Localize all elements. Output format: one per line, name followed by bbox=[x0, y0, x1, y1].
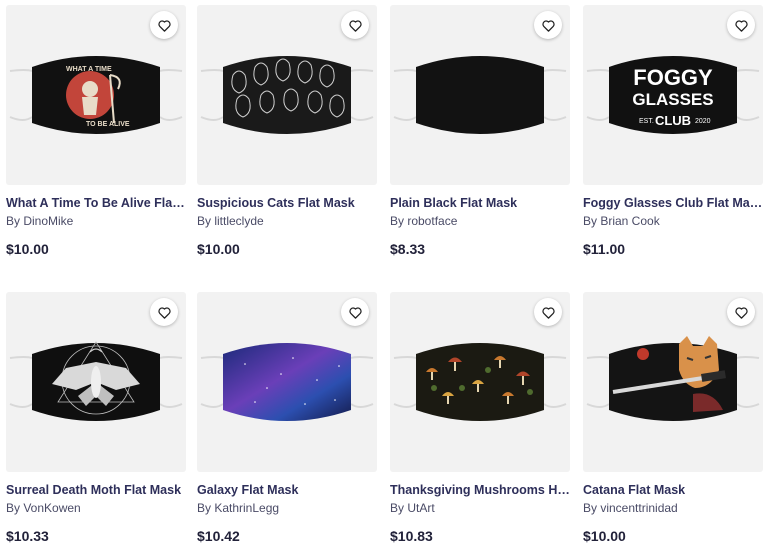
heart-outline-icon bbox=[734, 19, 748, 32]
favorite-button[interactable] bbox=[727, 11, 755, 39]
product-image[interactable] bbox=[197, 5, 377, 185]
product-image[interactable] bbox=[390, 292, 570, 472]
design-text-club: CLUB bbox=[655, 113, 691, 128]
product-title[interactable]: Foggy Glasses Club Flat Mask bbox=[583, 196, 763, 211]
product-artist[interactable]: By Brian Cook bbox=[583, 214, 763, 229]
design-text-top: WHAT A TIME bbox=[66, 66, 112, 73]
product-title[interactable]: Galaxy Flat Mask bbox=[197, 483, 377, 498]
product-price: $11.00 bbox=[583, 241, 626, 257]
product-card[interactable]: Galaxy Flat Mask By KathrinLegg $10.42 bbox=[197, 292, 377, 544]
design-text-year: 2020 bbox=[695, 118, 711, 125]
product-card[interactable]: WHAT A TIME TO BE ALIVE What A Time To B… bbox=[6, 5, 186, 258]
heart-outline-icon bbox=[157, 19, 171, 32]
favorite-button[interactable] bbox=[534, 298, 562, 326]
heart-outline-icon bbox=[541, 306, 555, 319]
product-card[interactable]: Thanksgiving Mushrooms Har... By UtArt $… bbox=[390, 292, 570, 544]
product-image[interactable] bbox=[197, 292, 377, 472]
favorite-button[interactable] bbox=[341, 11, 369, 39]
product-card[interactable]: Surreal Death Moth Flat Mask By VonKowen… bbox=[6, 292, 186, 544]
product-artist[interactable]: By VonKowen bbox=[6, 501, 186, 516]
product-artist[interactable]: By DinoMike bbox=[6, 214, 186, 229]
product-price: $10.83 bbox=[390, 528, 433, 544]
product-price: $10.33 bbox=[6, 528, 49, 544]
product-artist[interactable]: By KathrinLegg bbox=[197, 501, 377, 516]
product-card[interactable]: Suspicious Cats Flat Mask By littleclyde… bbox=[197, 5, 377, 258]
favorite-button[interactable] bbox=[341, 298, 369, 326]
product-image[interactable] bbox=[583, 292, 763, 472]
product-price: $10.00 bbox=[6, 241, 49, 257]
product-title[interactable]: Plain Black Flat Mask bbox=[390, 196, 570, 211]
heart-outline-icon bbox=[157, 306, 171, 319]
product-image[interactable] bbox=[390, 5, 570, 185]
heart-outline-icon bbox=[348, 19, 362, 32]
favorite-button[interactable] bbox=[534, 11, 562, 39]
product-artist[interactable]: By littleclyde bbox=[197, 214, 377, 229]
product-price: $8.33 bbox=[390, 241, 426, 257]
product-price: $10.42 bbox=[197, 528, 240, 544]
product-card[interactable]: FOGGY GLASSES EST. CLUB 2020 Foggy Glass… bbox=[583, 5, 763, 258]
design-text-est: EST. bbox=[639, 118, 654, 125]
product-artist[interactable]: By robotface bbox=[390, 214, 570, 229]
product-title[interactable]: Catana Flat Mask bbox=[583, 483, 763, 498]
product-price: $10.00 bbox=[583, 528, 626, 544]
design-text-glasses: GLASSES bbox=[632, 90, 713, 109]
product-title[interactable]: Suspicious Cats Flat Mask bbox=[197, 196, 377, 211]
favorite-button[interactable] bbox=[727, 298, 755, 326]
product-image[interactable] bbox=[6, 292, 186, 472]
product-card[interactable]: Catana Flat Mask By vincenttrinidad $10.… bbox=[583, 292, 763, 544]
product-artist[interactable]: By UtArt bbox=[390, 501, 570, 516]
product-image[interactable]: WHAT A TIME TO BE ALIVE bbox=[6, 5, 186, 185]
heart-outline-icon bbox=[348, 306, 362, 319]
product-image[interactable]: FOGGY GLASSES EST. CLUB 2020 bbox=[583, 5, 763, 185]
product-price: $10.00 bbox=[197, 241, 240, 257]
product-grid: WHAT A TIME TO BE ALIVE What A Time To B… bbox=[0, 0, 768, 544]
design-text-bottom: TO BE ALIVE bbox=[86, 121, 130, 128]
favorite-button[interactable] bbox=[150, 11, 178, 39]
design-text-foggy: FOGGY bbox=[633, 65, 713, 90]
product-title[interactable]: Surreal Death Moth Flat Mask bbox=[6, 483, 186, 498]
heart-outline-icon bbox=[734, 306, 748, 319]
heart-outline-icon bbox=[541, 19, 555, 32]
product-artist[interactable]: By vincenttrinidad bbox=[583, 501, 763, 516]
product-title[interactable]: Thanksgiving Mushrooms Har... bbox=[390, 483, 570, 498]
product-card[interactable]: Plain Black Flat Mask By robotface $8.33 bbox=[390, 5, 570, 258]
product-title[interactable]: What A Time To Be Alive Flat ... bbox=[6, 196, 186, 211]
favorite-button[interactable] bbox=[150, 298, 178, 326]
